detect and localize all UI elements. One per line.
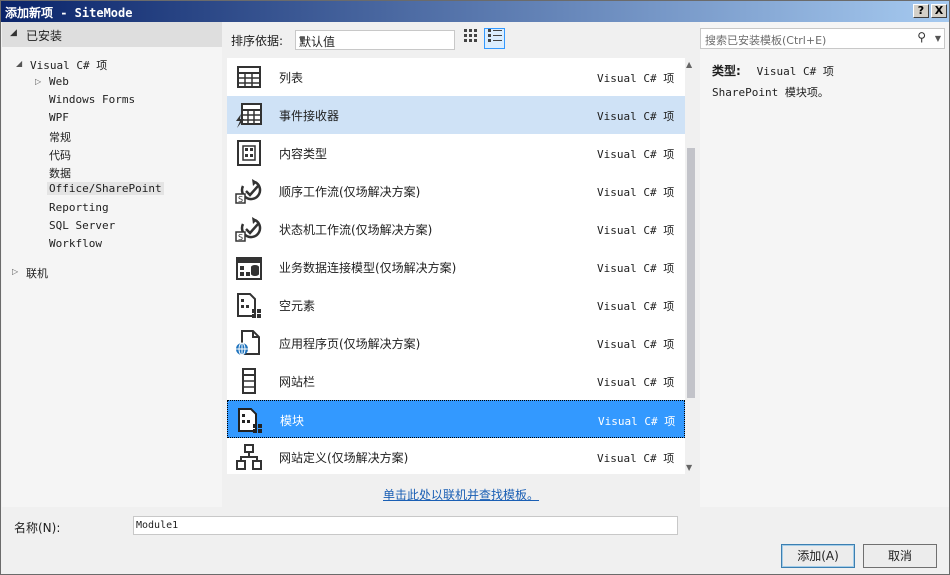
- workflow-icon: S: [235, 179, 262, 204]
- cancel-button[interactable]: 取消: [863, 544, 937, 568]
- scrollbar-thumb[interactable]: [687, 148, 695, 398]
- template-pane: 排序依据: 默认值 ▼ 列表 Visual C# 项 事件接收器 Visual …: [223, 22, 699, 507]
- empty-element-icon: [237, 293, 261, 318]
- tree-item-wpf[interactable]: WPF: [49, 111, 69, 124]
- event-receiver-icon: [236, 103, 262, 128]
- sort-select[interactable]: 默认值 ▼: [295, 30, 455, 50]
- help-button[interactable]: ?: [913, 4, 929, 18]
- template-row[interactable]: 网站定义(仅场解决方案) Visual C# 项: [227, 438, 685, 474]
- application-page-icon: [236, 330, 260, 356]
- content-type-icon: [237, 140, 261, 166]
- template-row[interactable]: 内容类型 Visual C# 项: [227, 134, 685, 172]
- close-button[interactable]: X: [931, 4, 947, 18]
- template-row[interactable]: 业务数据连接模型(仅场解决方案) Visual C# 项: [227, 248, 685, 286]
- list-icon: [237, 66, 261, 88]
- search-placeholder: 搜索已安装模板(Ctrl+E): [705, 34, 827, 47]
- tree-item-sql-server[interactable]: SQL Server: [49, 219, 115, 232]
- sort-label: 排序依据:: [231, 34, 284, 48]
- module-icon: [238, 408, 262, 433]
- tree-item-visual-csharp[interactable]: ◢ Visual C# 项: [16, 57, 107, 73]
- category-pane: ◢ 已安装 ◢ Visual C# 项 ▷ Web Windows Forms …: [2, 22, 222, 507]
- tree-item-office-sharepoint[interactable]: Office/SharePoint: [47, 182, 164, 195]
- workflow-icon: S: [235, 217, 262, 242]
- collapse-arrow-icon[interactable]: ◢: [10, 28, 17, 38]
- add-new-item-dialog: 添加新项 - SiteMode ? X ◢ 已安装 ◢ Visual C# 项 …: [0, 0, 950, 575]
- scroll-down-icon[interactable]: ▼: [686, 463, 692, 472]
- installed-header[interactable]: ◢ 已安装: [2, 22, 222, 47]
- template-row[interactable]: S 状态机工作流(仅场解决方案) Visual C# 项: [227, 210, 685, 248]
- scroll-up-icon[interactable]: ▲: [686, 60, 692, 69]
- tree-item-general[interactable]: 常规: [49, 129, 71, 145]
- installed-label: 已安装: [26, 29, 63, 43]
- svg-text:S: S: [238, 195, 243, 204]
- details-pane: 搜索已安装模板(Ctrl+E) ⚲ ▼ 类型: Visual C# 项 Shar…: [700, 22, 949, 507]
- name-label: 名称(N):: [14, 521, 61, 535]
- grid-view-icon: [464, 29, 477, 42]
- template-list: 列表 Visual C# 项 事件接收器 Visual C# 项 内容类型 Vi…: [227, 58, 685, 474]
- tree-item-code[interactable]: 代码: [49, 147, 71, 163]
- list-view-icon: [487, 29, 502, 42]
- online-templates-link[interactable]: 单击此处以联机并查找模板。: [383, 486, 539, 503]
- svg-text:S: S: [238, 233, 243, 242]
- tree-item-reporting[interactable]: Reporting: [49, 201, 109, 214]
- window-title: 添加新项 - SiteMode: [5, 6, 133, 20]
- bdc-model-icon: [236, 257, 262, 280]
- template-row[interactable]: 空元素 Visual C# 项: [227, 286, 685, 324]
- small-icons-view-button[interactable]: [460, 28, 481, 49]
- site-definition-icon: [236, 444, 262, 470]
- collapsed-arrow-icon[interactable]: ▷: [12, 267, 18, 276]
- search-icon[interactable]: ⚲: [917, 30, 926, 44]
- site-column-icon: [242, 368, 256, 394]
- expanded-arrow-icon[interactable]: ◢: [16, 59, 22, 68]
- collapsed-arrow-icon[interactable]: ▷: [35, 77, 41, 86]
- list-scrollbar[interactable]: ▲ ▼: [685, 58, 697, 474]
- bottom-bar: 名称(N): Module1 添加(A) 取消: [2, 507, 949, 574]
- type-line: 类型: Visual C# 项: [712, 62, 834, 79]
- search-input[interactable]: 搜索已安装模板(Ctrl+E) ⚲ ▼: [700, 28, 945, 49]
- chevron-down-icon[interactable]: ▼: [935, 34, 941, 43]
- tree-item-web[interactable]: ▷ Web: [35, 75, 69, 88]
- tree-item-workflow[interactable]: Workflow: [49, 237, 102, 250]
- details-view-button[interactable]: [484, 28, 505, 49]
- tree-item-online[interactable]: ▷ 联机: [12, 265, 48, 281]
- item-description: SharePoint 模块项。: [712, 86, 829, 99]
- name-field[interactable]: Module1: [133, 516, 678, 535]
- title-bar: 添加新项 - SiteMode ? X: [1, 1, 949, 22]
- chevron-down-icon: ▼: [299, 35, 306, 44]
- template-row-selected[interactable]: 模块 Visual C# 项: [227, 400, 685, 438]
- template-row[interactable]: 网站栏 Visual C# 项: [227, 362, 685, 400]
- tree-item-data[interactable]: 数据: [49, 165, 71, 181]
- add-button[interactable]: 添加(A): [781, 544, 855, 568]
- template-row[interactable]: S 顺序工作流(仅场解决方案) Visual C# 项: [227, 172, 685, 210]
- tree-item-windows-forms[interactable]: Windows Forms: [49, 93, 135, 106]
- template-row[interactable]: 列表 Visual C# 项: [227, 58, 685, 96]
- template-row[interactable]: 应用程序页(仅场解决方案) Visual C# 项: [227, 324, 685, 362]
- type-label: 类型:: [712, 64, 741, 78]
- template-row[interactable]: 事件接收器 Visual C# 项: [227, 96, 685, 134]
- type-value: Visual C# 项: [756, 65, 834, 78]
